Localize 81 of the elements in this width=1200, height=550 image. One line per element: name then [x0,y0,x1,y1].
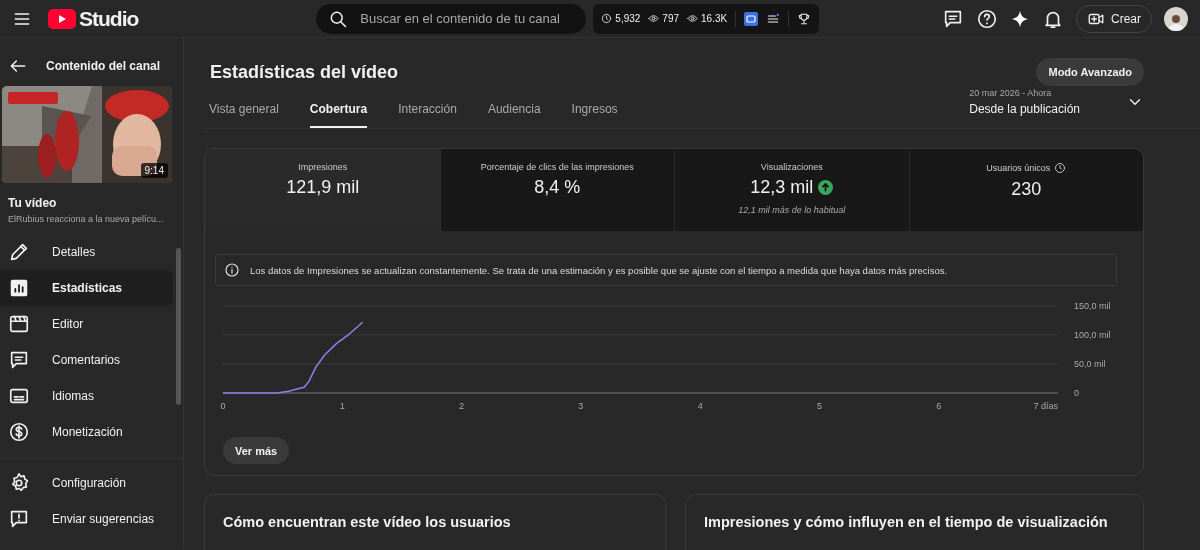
tab[interactable]: Interacción [398,90,457,128]
page-title: Estadísticas del vídeo [210,61,399,83]
dollar-icon [8,421,30,443]
sidebar-item[interactable]: Estadísticas [0,270,173,306]
date-range: 20 mar 2026 - Ahora [969,88,1053,98]
metric-tab[interactable]: Usuarios únicos 230 [908,149,1143,231]
date-range-label: Desde la publicación [969,102,1080,116]
chart-icon [8,277,30,299]
metric-label: Impresiones [298,162,348,172]
extension-icon[interactable] [744,11,759,26]
tab[interactable]: Vista general [209,90,279,128]
metric-value: 121,9 mil [286,177,360,198]
metric-note: 12,1 mil más de lo habitual [738,205,846,215]
sidebar-item[interactable]: Detalles [0,234,173,270]
trophy-icon [797,11,812,26]
eye-icon [687,13,699,24]
sidebar-item[interactable]: Configuración [0,465,173,501]
list-icon [766,11,781,26]
sidebar-item-label: Estadísticas [52,281,123,295]
avatar[interactable] [1164,6,1188,31]
clapperboard-icon [8,313,30,335]
metric-value: 12,3 mil [750,177,814,198]
y-tick-label: 0 [1074,388,1079,398]
metric-label: Usuarios únicos [986,163,1051,173]
x-tick-label: 2 [459,401,465,411]
x-tick-label: 3 [578,401,584,411]
back-link[interactable]: Contenido del canal [46,59,160,73]
sidebar-item[interactable]: Enviar sugerencias [0,501,173,537]
advanced-mode-button[interactable]: Modo Avanzado [1036,58,1144,86]
y-tick-label: 100,0 mil [1074,330,1111,340]
play-logo-icon [48,8,76,29]
duration-badge: 9:14 [140,163,168,178]
stat-value: 5,932 [615,13,641,24]
video-subtitle: ElRubius reacciona a la nueva pelícu... [8,214,165,224]
sidebar-item-label: Editor [52,317,84,331]
stat-value: 797 [662,13,680,24]
x-tick-label: 5 [816,401,822,411]
x-tick-label: 6 [936,401,942,411]
tab[interactable]: Cobertura [309,90,368,128]
card-title: Cómo encuentran este vídeo los usuarios [223,514,511,530]
sidebar-item-label: Detalles [52,245,96,259]
y-tick-label: 150,0 mil [1074,301,1111,311]
pencil-icon [8,241,30,263]
sidebar-item[interactable]: Idiomas [0,378,173,414]
sidebar-item[interactable]: Monetización [0,414,173,450]
logo-text: Studio [79,6,139,31]
sidebar-item-label: Monetización [52,425,123,439]
video-title: Tu vídeo [8,196,58,210]
sidebar-item-label: Idiomas [52,389,95,403]
tab[interactable]: Audiencia [487,90,541,128]
y-tick-label: 50,0 mil [1074,359,1106,369]
see-more-button[interactable]: Ver más [223,437,290,464]
x-tick-label: 1 [339,401,345,411]
card-title: Impresiones y cómo influyen en el tiempo de visualización [704,514,1108,530]
clock-icon [601,13,613,24]
metric-label: Visualizaciones [760,162,823,172]
info-message: Los datos de Impresiones se actualizan constantemente. Se trata de una estimación y es posible que se ajuste con el tiempo a medida que haya datos más precisos. [250,264,948,276]
feedback-icon [8,508,30,530]
help-icon [976,7,998,30]
x-tick-label: 0 [220,401,226,411]
sidebar-item-label: Comentarios [52,353,121,367]
x-tick-label: 7 días [1033,401,1058,411]
date-range-picker[interactable]: 20 mar 2026 - Ahora Desde la publicación [969,88,1144,128]
sidebar-item-label: Configuración [52,476,127,490]
metric-tab[interactable]: Visualizaciones 12,3 mil 12,1 mil más de lo habitual [674,149,909,231]
tab[interactable]: Ingresos [571,90,618,128]
metric-value: 230 [1011,179,1042,200]
sidebar-item[interactable]: Comentarios [0,342,173,378]
metric-value: 8,4 % [534,177,581,198]
sidebar-item[interactable]: Editor [0,306,173,342]
stat-value: 16.3K [701,13,728,24]
comment-icon [8,349,30,371]
info-icon [224,262,240,278]
search-bar[interactable]: Buscar en el contenido de tu canal [316,3,587,34]
sidebar-item-label: Enviar sugerencias [52,512,155,526]
metric-label: Porcentaje de clics de las impresiones [480,162,634,172]
scrollbar[interactable] [176,248,181,405]
x-tick-label: 4 [697,401,703,411]
eye-icon [648,13,660,24]
metric-tab[interactable]: Porcentaje de clics de las impresiones 8,4 % [439,149,674,231]
search-input[interactable]: Buscar en el contenido de tu canal [358,10,575,27]
